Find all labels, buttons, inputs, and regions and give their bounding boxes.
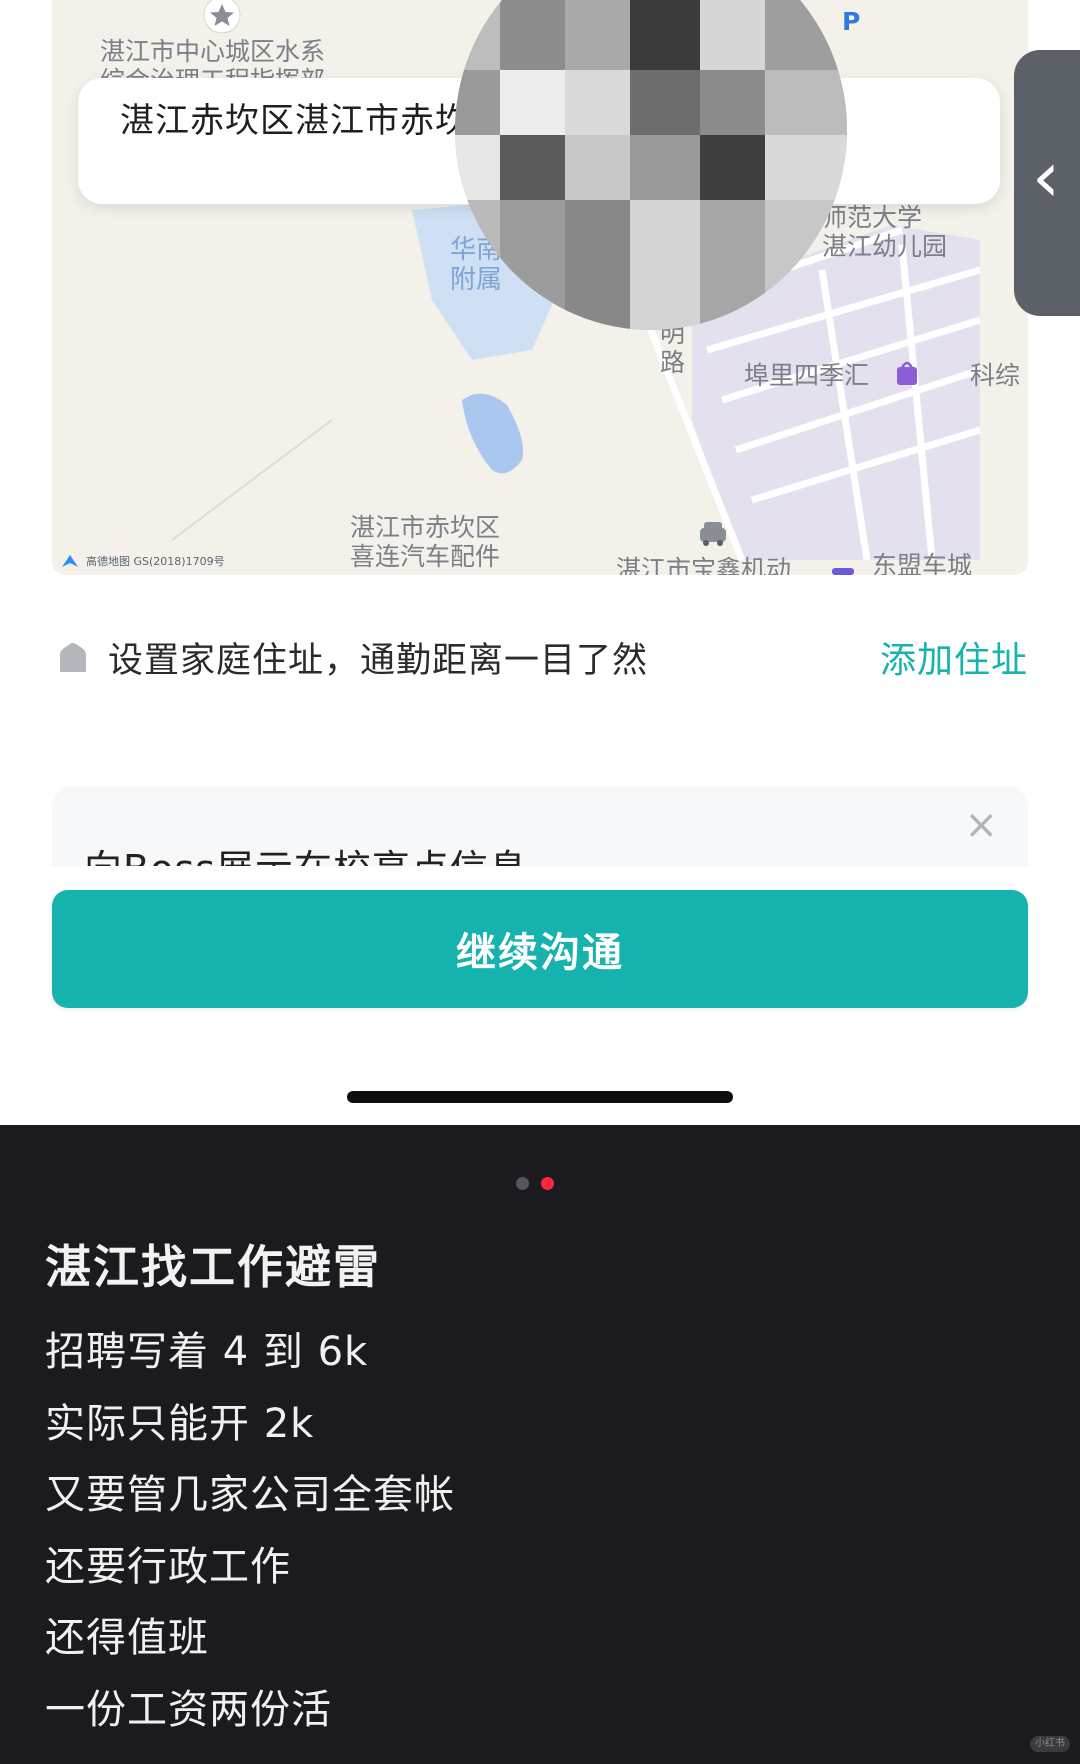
- home-icon: [60, 643, 86, 672]
- map-label-chikan-car: 湛江市赤坎区 喜连汽车配件: [350, 513, 501, 571]
- pager-dot[interactable]: [516, 1177, 529, 1190]
- collapse-panel-button[interactable]: ‹: [1014, 50, 1080, 316]
- chevron-left-icon: ‹: [1032, 136, 1060, 218]
- watermark-logo: 小红书: [1030, 1736, 1070, 1752]
- home-indicator[interactable]: [347, 1091, 733, 1103]
- home-address-row[interactable]: 设置家庭住址，通勤距离一目了然 添加住址: [52, 624, 1028, 690]
- map-label-keji: 科综: [970, 361, 1021, 390]
- post-line: 还要行政工作: [45, 1543, 291, 1590]
- post-line: 招聘写着 4 到 6k: [45, 1329, 369, 1375]
- post-line: 实际只能开 2k: [45, 1400, 315, 1447]
- star-marker-icon: [203, 0, 241, 34]
- add-address-link[interactable]: 添加住址: [880, 631, 1028, 683]
- pager-dot-active[interactable]: [541, 1177, 554, 1190]
- continue-chat-button[interactable]: 继续沟通: [52, 890, 1028, 1008]
- poi-marker: [832, 568, 854, 575]
- map-label-motor: 湛江市宝鑫机动: [616, 555, 792, 575]
- job-app-screenshot: 湛江市中心城区水系 综合治理工程指挥部 华南 附属 师范大学 湛江幼儿园 明 路…: [0, 0, 1080, 1125]
- post-title: 湛江找工作避雷: [45, 1240, 381, 1294]
- post-body: 招聘写着 4 到 6k 实际只能开 2k 又要管几家公司全套帐 还要行政工作 还…: [45, 1317, 455, 1746]
- amap-logo-icon: [62, 555, 78, 567]
- car-icon: [700, 522, 726, 546]
- post-line: 还得值班: [45, 1615, 209, 1661]
- map-label-dongmeng: 东盟车城: [872, 551, 973, 575]
- map-attribution-text: 高德地图 GS(2018)1709号: [86, 555, 225, 568]
- image-pager[interactable]: [516, 1177, 554, 1190]
- map-attribution: 高德地图 GS(2018)1709号: [60, 553, 225, 569]
- post-line: 又要管几家公司全套帐: [45, 1472, 455, 1518]
- map-label-normal-univ: 师范大学 湛江幼儿园: [822, 203, 948, 261]
- post-line: 一份工资两份活: [45, 1686, 332, 1733]
- thin-road: [171, 419, 333, 541]
- parking-icon: P: [842, 7, 861, 36]
- close-icon[interactable]: ×: [964, 802, 998, 848]
- pond: [462, 393, 523, 474]
- post-caption: 湛江找工作避雷 招聘写着 4 到 6k 实际只能开 2k 又要管几家公司全套帐 …: [0, 1125, 1080, 1764]
- map-label-bufu: 埠里四季汇: [744, 361, 870, 390]
- home-address-prompt: 设置家庭住址，通勤距离一目了然: [108, 640, 649, 681]
